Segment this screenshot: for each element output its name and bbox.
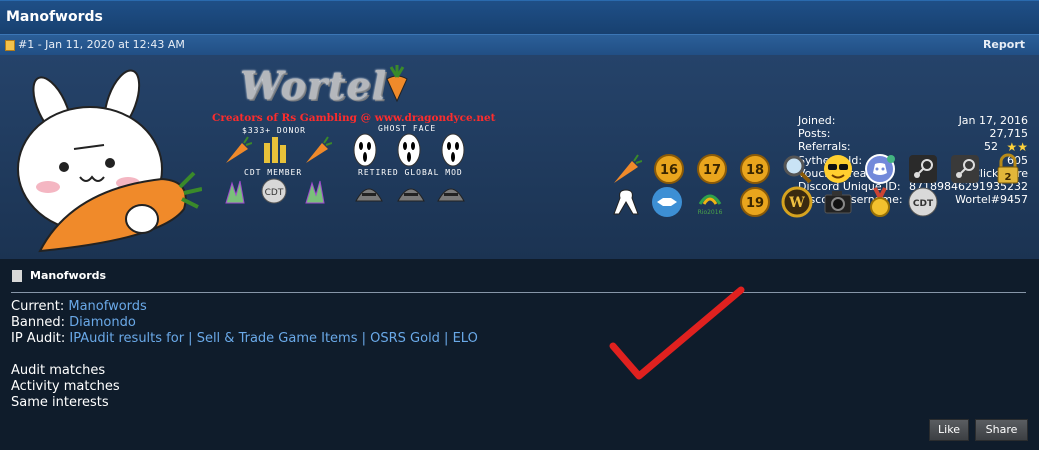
- signature-brand: Wortel: [240, 63, 388, 108]
- 19-badge-icon[interactable]: 19: [739, 186, 771, 218]
- svg-text:CDT: CDT: [265, 188, 284, 198]
- carrot-icon: [226, 136, 252, 163]
- divider: [11, 292, 1026, 293]
- steam-icon-2[interactable]: [949, 153, 981, 185]
- discord-icon[interactable]: [864, 153, 896, 185]
- document-icon: [12, 270, 22, 282]
- user-info-panel: Wortel Creators of Rs Gambling @ www.dra…: [0, 55, 1039, 259]
- red-checkmark-icon: [609, 286, 745, 380]
- stat-joined: Joined: Jan 17, 2016: [798, 114, 1028, 127]
- svg-text:17: 17: [703, 163, 721, 178]
- helmet-icon: [355, 188, 383, 202]
- carrot-badge-icon[interactable]: [610, 153, 642, 185]
- current-line: Current: Manofwords: [11, 299, 147, 314]
- audit-matches: Audit matches: [11, 363, 106, 378]
- svg-text:Rio2016: Rio2016: [698, 209, 723, 216]
- helmet-icon-3: [437, 188, 465, 202]
- svg-text:2: 2: [1005, 172, 1012, 183]
- wow-icon[interactable]: W: [781, 186, 813, 218]
- carrot-icon-2: [306, 136, 332, 163]
- thread-title: Manofwords: [6, 9, 103, 25]
- share-button[interactable]: Share: [975, 419, 1028, 441]
- sunglasses-emoji-icon[interactable]: [822, 153, 854, 185]
- gold-coins-icon: [264, 137, 286, 163]
- svg-text:W: W: [788, 195, 805, 211]
- rio2016-icon[interactable]: Rio2016: [694, 186, 726, 218]
- magnifier-icon[interactable]: [781, 153, 813, 185]
- activity-matches: Activity matches: [11, 379, 120, 394]
- post-header-bar: #1 - Jan 11, 2020 at 12:43 AM Report: [0, 34, 1039, 56]
- banned-username-link[interactable]: Diamondo: [69, 315, 136, 330]
- ribbon-icon[interactable]: [610, 186, 642, 218]
- carrot-logo-icon: [386, 65, 408, 103]
- lock-2-icon[interactable]: 2: [992, 153, 1024, 185]
- cdt-icon[interactable]: CDT: [907, 186, 939, 218]
- svg-text:19: 19: [746, 196, 764, 211]
- avatar[interactable]: [12, 69, 202, 255]
- ip-audit-link[interactable]: IPAudit results for | Sell & Trade Game …: [69, 331, 477, 346]
- like-button[interactable]: Like: [929, 419, 969, 441]
- same-interests: Same interests: [11, 395, 109, 410]
- svg-text:16: 16: [660, 163, 678, 178]
- 18-badge-icon[interactable]: 18: [739, 153, 771, 185]
- post-body: Manofwords Current: Manofwords Banned: D…: [0, 259, 1039, 450]
- ip-audit-line: IP Audit: IPAudit results for | Sell & T…: [11, 331, 478, 346]
- svg-text:CDT: CDT: [913, 199, 934, 209]
- report-link[interactable]: Report: [983, 38, 1025, 51]
- ghost-mask-icon-3: [441, 133, 465, 167]
- helmet-icon-2: [397, 188, 425, 202]
- signature-tagline[interactable]: Creators of Rs Gambling @ www.dragondyce…: [212, 112, 496, 124]
- camera-icon[interactable]: [822, 186, 854, 218]
- 16-badge-icon[interactable]: 16: [653, 153, 685, 185]
- post-author[interactable]: Manofwords: [30, 269, 106, 282]
- retired-mod-label: RETIRED GLOBAL MOD: [358, 168, 463, 177]
- handshake-icon[interactable]: [651, 186, 683, 218]
- dragon-claw-icon-2: [305, 180, 325, 204]
- current-username-link[interactable]: Manofwords: [68, 299, 146, 314]
- steam-icon[interactable]: [907, 153, 939, 185]
- cdt-member-label: CDT MEMBER: [244, 168, 303, 177]
- dragon-claw-icon: [225, 180, 245, 204]
- post-info[interactable]: #1 - Jan 11, 2020 at 12:43 AM: [18, 38, 185, 51]
- 17-badge-icon[interactable]: 17: [696, 153, 728, 185]
- ghost-mask-icon: [353, 133, 377, 167]
- ghostface-label: GHOST FACE: [378, 124, 437, 133]
- banned-line: Banned: Diamondo: [11, 315, 136, 330]
- stat-referrals: Referrals: 52 ★★: [798, 140, 1028, 155]
- cdt-badge-icon: CDT: [261, 178, 287, 204]
- svg-text:18: 18: [746, 163, 764, 178]
- post-page-icon: [5, 40, 15, 51]
- stat-posts: Posts: 27,715: [798, 127, 1028, 141]
- thread-title-bar: Manofwords: [0, 0, 1039, 35]
- gold-medal-icon[interactable]: [864, 186, 896, 218]
- ghost-mask-icon-2: [397, 133, 421, 167]
